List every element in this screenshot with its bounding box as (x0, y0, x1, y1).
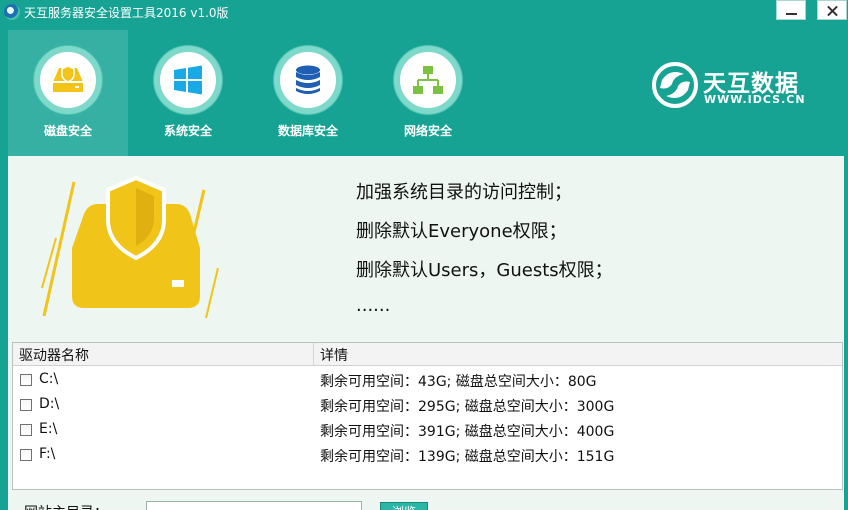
tab-label: 网络安全 (403, 124, 452, 138)
title-bar: 天互服务器安全设置工具2016 v1.0版 (0, 0, 848, 24)
browse-button[interactable]: 浏览 (380, 502, 428, 510)
app-logo-icon (4, 4, 20, 20)
column-header-drive-name[interactable]: 驱动器名称 (19, 345, 89, 365)
tab-disk-security[interactable]: 磁盘安全 (8, 30, 128, 156)
main-panel: 加强系统目录的访问控制； 删除默认Everyone权限； 删除默认Users，G… (8, 156, 844, 510)
drive-detail: 剩余可用空间：295G; 磁盘总空间大小：300G (320, 399, 615, 415)
table-row[interactable]: E:\ 剩余可用空间：391G; 磁盘总空间大小：400G (13, 418, 842, 443)
disk-shield-illustration (41, 175, 219, 319)
table-row[interactable]: F:\ 剩余可用空间：139G; 磁盘总空间大小：151G (13, 443, 842, 468)
table-header: 驱动器名称 详情 (13, 343, 842, 366)
tab-system-security[interactable]: 系统安全 (128, 30, 248, 156)
feature-description: 加强系统目录的访问控制； 删除默认Everyone权限； 删除默认Users，G… (356, 178, 613, 334)
windows-icon (174, 65, 202, 95)
disk-icon (53, 65, 83, 92)
close-button[interactable] (817, 0, 847, 20)
drive-table: 驱动器名称 详情 C:\ 剩余可用空间：43G; 磁盘总空间大小：80G D:\… (12, 342, 843, 490)
tab-label: 磁盘安全 (43, 124, 92, 138)
tab-label: 数据库安全 (277, 124, 338, 138)
drive-name: E:\ (39, 421, 58, 437)
drive-checkbox[interactable] (20, 399, 32, 411)
table-row[interactable]: D:\ 剩余可用空间：295G; 磁盘总空间大小：300G (13, 393, 842, 418)
column-divider[interactable] (313, 343, 314, 365)
column-header-detail[interactable]: 详情 (320, 345, 348, 365)
network-icon (413, 66, 443, 94)
drive-checkbox[interactable] (20, 449, 32, 461)
brand-url: WWW.IDCS.CN (704, 93, 806, 106)
tab-database-security[interactable]: 数据库安全 (248, 30, 368, 156)
site-root-input[interactable] (146, 501, 362, 510)
window-title: 天互服务器安全设置工具2016 v1.0版 (24, 6, 229, 20)
description-line: 删除默认Everyone权限； (356, 221, 567, 242)
site-root-label: 网站主目录： (24, 502, 108, 510)
drive-detail: 剩余可用空间：139G; 磁盘总空间大小：151G (320, 449, 615, 465)
drive-name: F:\ (39, 446, 56, 462)
drive-detail: 剩余可用空间：43G; 磁盘总空间大小：80G (320, 374, 597, 390)
table-row[interactable]: C:\ 剩余可用空间：43G; 磁盘总空间大小：80G (13, 368, 842, 393)
drive-checkbox[interactable] (20, 374, 32, 386)
description-line: 加强系统目录的访问控制； (356, 182, 572, 203)
drive-name: C:\ (39, 371, 59, 387)
drive-name: D:\ (39, 396, 60, 412)
tab-label: 系统安全 (163, 124, 212, 138)
drive-checkbox[interactable] (20, 424, 32, 436)
description-line: ...... (356, 295, 391, 316)
drive-detail: 剩余可用空间：391G; 磁盘总空间大小：400G (320, 424, 615, 440)
database-icon (296, 65, 320, 94)
description-line: 删除默认Users，Guests权限； (356, 260, 613, 281)
tab-network-security[interactable]: 网络安全 (368, 30, 488, 156)
brand-logo-icon (652, 62, 698, 108)
minimize-button[interactable] (776, 0, 806, 20)
